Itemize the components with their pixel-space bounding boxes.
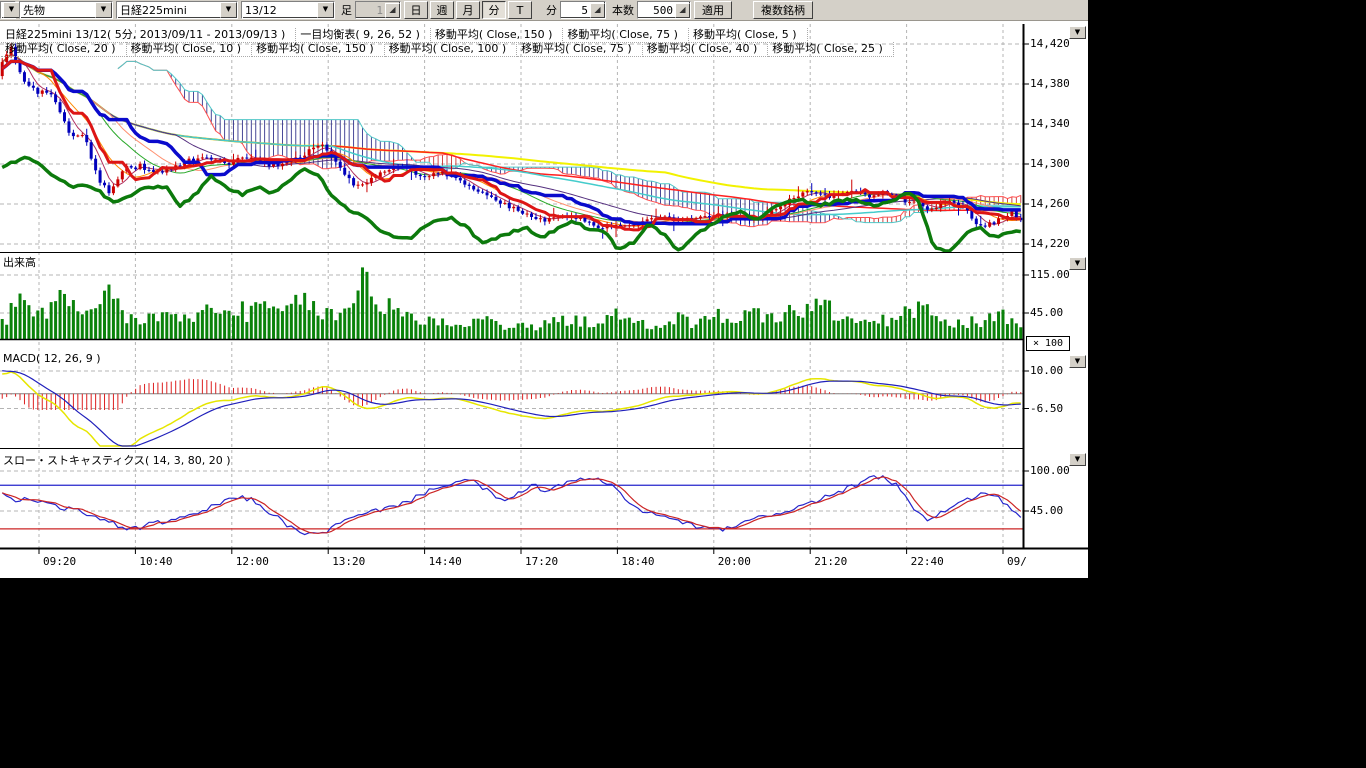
volume-tick-1: 45.00 [1030, 306, 1063, 319]
interval-spinner: 1 ◢ [355, 1, 401, 19]
desktop-background: 日経225mini 13/12( 5分, 2013/09/11 - 2013/0… [0, 0, 1366, 768]
legend-item-r2-3[interactable]: 移動平均( Close, 100 ) [385, 42, 518, 57]
price-scale-menu-button[interactable]: ▼ [1069, 26, 1086, 39]
bar-count-label: 本数 [612, 2, 634, 18]
legend-item-r2-5[interactable]: 移動平均( Close, 40 ) [643, 42, 769, 57]
legend-item-r2-6[interactable]: 移動平均( Close, 25 ) [768, 42, 894, 57]
legend-item-r2-0[interactable]: 移動平均( Close, 20 ) [1, 42, 127, 57]
price-tick-4: 14,260 [1030, 197, 1070, 210]
ashi-label: 足 [341, 2, 352, 18]
macd-tick-1: -6.50 [1030, 402, 1063, 415]
spinner-icon: ◢ [590, 3, 605, 18]
price-tick-3: 14,300 [1030, 157, 1070, 170]
bar-count-spinner[interactable]: 500 ◢ [637, 1, 691, 19]
legend-item-r2-1[interactable]: 移動平均( Close, 10 ) [127, 42, 253, 57]
legend-item-r2-4[interactable]: 移動平均( Close, 75 ) [517, 42, 643, 57]
period-minute-button[interactable]: 分 [482, 1, 506, 19]
period-tick-button[interactable]: T [508, 1, 532, 19]
minute-spinner[interactable]: 5 ◢ [560, 1, 606, 19]
period-day-button[interactable]: 日 [404, 1, 428, 19]
symbol-value: 日経225mini [120, 2, 218, 18]
apply-button[interactable]: 適用 [694, 1, 732, 19]
volume-section-label: 出来高 [3, 254, 36, 270]
time-tick-0: 09:20 [43, 555, 76, 568]
chart-area: 日経225mini 13/12( 5分, 2013/09/11 - 2013/0… [0, 0, 1088, 578]
spinner-icon: ◢ [675, 3, 690, 18]
time-tick-3: 13:20 [332, 555, 365, 568]
chevron-down-icon: ▼ [3, 2, 20, 18]
price-tick-2: 14,340 [1030, 117, 1070, 130]
macd-section-label: MACD( 12, 26, 9 ) [3, 352, 101, 365]
stoch-scale-menu-button[interactable]: ▼ [1069, 453, 1086, 466]
time-tick-1: 10:40 [139, 555, 172, 568]
legend-item-r2-2[interactable]: 移動平均( Close, 150 ) [252, 42, 385, 57]
volume-tick-0: 115.00 [1030, 268, 1070, 281]
time-tick-10: 09/ [1007, 555, 1027, 568]
symbol-select[interactable]: 日経225mini ▼ [116, 1, 238, 19]
time-tick-2: 12:00 [236, 555, 269, 568]
instrument-type-value: 先物 [23, 2, 93, 18]
period-month-button[interactable]: 月 [456, 1, 480, 19]
stoch-tick-0: 100.00 [1030, 464, 1070, 477]
time-tick-5: 17:20 [525, 555, 558, 568]
chevron-down-icon: ▼ [317, 2, 334, 18]
stoch-tick-1: 45.00 [1030, 504, 1063, 517]
chevron-down-icon: ▼ [95, 2, 112, 18]
stoch-section-label: スロー・ストキャスティクス( 14, 3, 80, 20 ) [3, 452, 231, 468]
time-tick-4: 14:40 [429, 555, 462, 568]
chart-canvas [0, 0, 1088, 578]
edge-combo[interactable]: ▼ [0, 1, 16, 19]
contract-month-value: 13/12 [245, 4, 315, 17]
spinner-icon: ◢ [385, 3, 400, 18]
instrument-type-select[interactable]: 先物 ▼ [19, 1, 113, 19]
macd-scale-menu-button[interactable]: ▼ [1069, 355, 1086, 368]
interval-value: 1 [356, 4, 385, 17]
time-tick-8: 21:20 [814, 555, 847, 568]
legend-row-2: 移動平均( Close, 20 )移動平均( Close, 10 )移動平均( … [1, 37, 894, 57]
time-tick-7: 20:00 [718, 555, 751, 568]
multi-symbol-button[interactable]: 複数銘柄 [753, 1, 813, 19]
toolbar: ▼ 先物 ▼ 日経225mini ▼ 13/12 ▼ 足 1 ◢ 日 週 月 分 [0, 0, 1088, 21]
period-week-button[interactable]: 週 [430, 1, 454, 19]
volume-scale-menu-button[interactable]: ▼ [1069, 257, 1086, 270]
price-tick-1: 14,380 [1030, 77, 1070, 90]
time-tick-9: 22:40 [911, 555, 944, 568]
price-tick-0: 14,420 [1030, 37, 1070, 50]
time-tick-6: 18:40 [621, 555, 654, 568]
volume-multiplier-box: × 100 [1026, 336, 1070, 351]
price-tick-5: 14,220 [1030, 237, 1070, 250]
macd-tick-0: 10.00 [1030, 364, 1063, 377]
chevron-down-icon: ▼ [220, 2, 237, 18]
minute-value: 5 [561, 4, 590, 17]
minute-label: 分 [546, 2, 557, 18]
chart-app-window: 日経225mini 13/12( 5分, 2013/09/11 - 2013/0… [0, 0, 1088, 578]
bar-count-value: 500 [638, 4, 675, 17]
contract-month-select[interactable]: 13/12 ▼ [241, 1, 335, 19]
